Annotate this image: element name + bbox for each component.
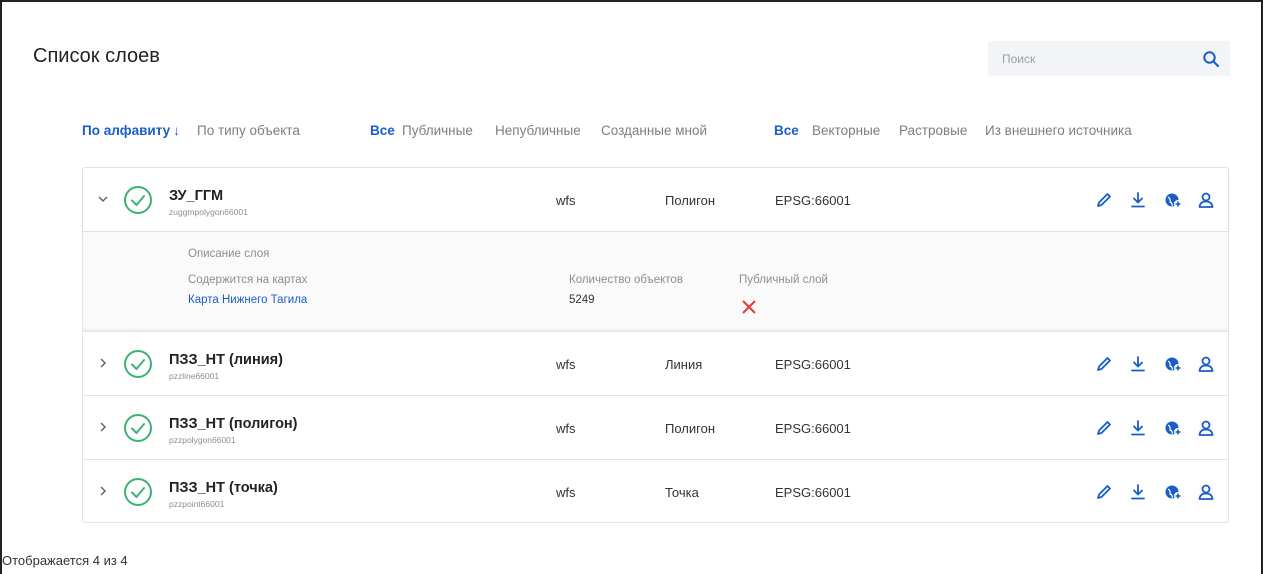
layer-name: ПЗЗ_НТ (полигон) <box>169 416 298 432</box>
object-count-value: 5249 <box>569 294 595 306</box>
add-to-map-icon[interactable] <box>1163 418 1183 438</box>
table-row[interactable]: ЗУ_ГГМ zuggmpolygon66001 wfs Полигон EPS… <box>83 168 1228 232</box>
user-icon[interactable] <box>1196 418 1216 438</box>
filter-raster[interactable]: Растровые <box>899 123 967 138</box>
filter-all-visibility[interactable]: Все <box>370 123 395 138</box>
layer-details-panel: Описание слоя Содержится на картах Карта… <box>83 232 1228 332</box>
layer-service: wfs <box>556 421 576 436</box>
arrow-down-icon: ↓ <box>173 123 180 138</box>
map-link[interactable]: Карта Нижнего Тагила <box>188 294 307 306</box>
description-label: Описание слоя <box>188 248 270 260</box>
layer-service: wfs <box>556 193 576 208</box>
filter-nonpublic[interactable]: Непубличные <box>495 123 581 138</box>
layer-id: pzzpoint66001 <box>169 499 225 509</box>
layer-crs: EPSG:66001 <box>775 193 851 208</box>
check-circle-icon <box>124 350 152 378</box>
layer-name: ПЗЗ_НТ (линия) <box>169 352 283 368</box>
sort-by-type-button[interactable]: По типу объекта <box>197 123 300 138</box>
edit-icon[interactable] <box>1094 482 1114 502</box>
layer-service: wfs <box>556 357 576 372</box>
layer-service: wfs <box>556 485 576 500</box>
layer-name: ПЗЗ_НТ (точка) <box>169 480 278 496</box>
layer-geometry: Линия <box>665 357 703 372</box>
chevron-right-icon[interactable] <box>95 483 111 499</box>
layer-crs: EPSG:66001 <box>775 485 851 500</box>
table-row[interactable]: ПЗЗ_НТ (линия) pzzline66001 wfs Линия EP… <box>83 332 1228 396</box>
layer-crs: EPSG:66001 <box>775 421 851 436</box>
chevron-down-icon[interactable] <box>95 191 111 207</box>
results-count: Отображается 4 из 4 <box>2 553 128 568</box>
cross-icon <box>742 300 756 314</box>
search-input[interactable] <box>1002 41 1192 76</box>
user-icon[interactable] <box>1196 354 1216 374</box>
user-icon[interactable] <box>1196 190 1216 210</box>
page-title: Список слоев <box>33 45 160 67</box>
filter-all-kind[interactable]: Все <box>774 123 799 138</box>
chevron-right-icon[interactable] <box>95 355 111 371</box>
edit-icon[interactable] <box>1094 418 1114 438</box>
filter-external[interactable]: Из внешнего источника <box>985 123 1132 138</box>
layer-id: pzzline66001 <box>169 371 220 381</box>
filter-vector[interactable]: Векторные <box>812 123 880 138</box>
table-row[interactable]: ПЗЗ_НТ (полигон) pzzpolygon66001 wfs Пол… <box>83 396 1228 460</box>
filter-public[interactable]: Публичные <box>402 123 473 138</box>
search-box <box>988 41 1230 76</box>
add-to-map-icon[interactable] <box>1163 354 1183 374</box>
sort-alphabet-button[interactable]: По алфавиту ↓ <box>82 123 180 138</box>
add-to-map-icon[interactable] <box>1163 190 1183 210</box>
edit-icon[interactable] <box>1094 354 1114 374</box>
table-row[interactable]: ПЗЗ_НТ (точка) pzzpoint66001 wfs Точка E… <box>83 460 1228 524</box>
add-to-map-icon[interactable] <box>1163 482 1183 502</box>
filter-mine[interactable]: Созданные мной <box>601 123 707 138</box>
layer-geometry: Точка <box>665 485 699 500</box>
check-circle-icon <box>124 186 152 214</box>
layer-id: pzzpolygon66001 <box>169 435 236 445</box>
maps-label: Содержится на картах <box>188 274 308 286</box>
download-icon[interactable] <box>1128 482 1148 502</box>
filter-bar: По алфавиту ↓ По типу объекта Все Публичн… <box>82 123 1232 141</box>
download-icon[interactable] <box>1128 354 1148 374</box>
layer-geometry: Полигон <box>665 193 716 208</box>
layer-name: ЗУ_ГГМ <box>169 188 224 204</box>
public-layer-label: Публичный слой <box>739 274 828 286</box>
object-count-label: Количество объектов <box>569 274 683 286</box>
download-icon[interactable] <box>1128 418 1148 438</box>
user-icon[interactable] <box>1196 482 1216 502</box>
layer-id: zuggmpolygon66001 <box>169 207 248 217</box>
layer-crs: EPSG:66001 <box>775 357 851 372</box>
search-icon[interactable] <box>1202 50 1220 68</box>
layer-geometry: Полигон <box>665 421 716 436</box>
download-icon[interactable] <box>1128 190 1148 210</box>
check-circle-icon <box>124 478 152 506</box>
chevron-right-icon[interactable] <box>95 419 111 435</box>
edit-icon[interactable] <box>1094 190 1114 210</box>
sort-alphabet-label: По алфавиту <box>82 123 171 138</box>
check-circle-icon <box>124 414 152 442</box>
layers-table: ЗУ_ГГМ zuggmpolygon66001 wfs Полигон EPS… <box>82 167 1229 523</box>
